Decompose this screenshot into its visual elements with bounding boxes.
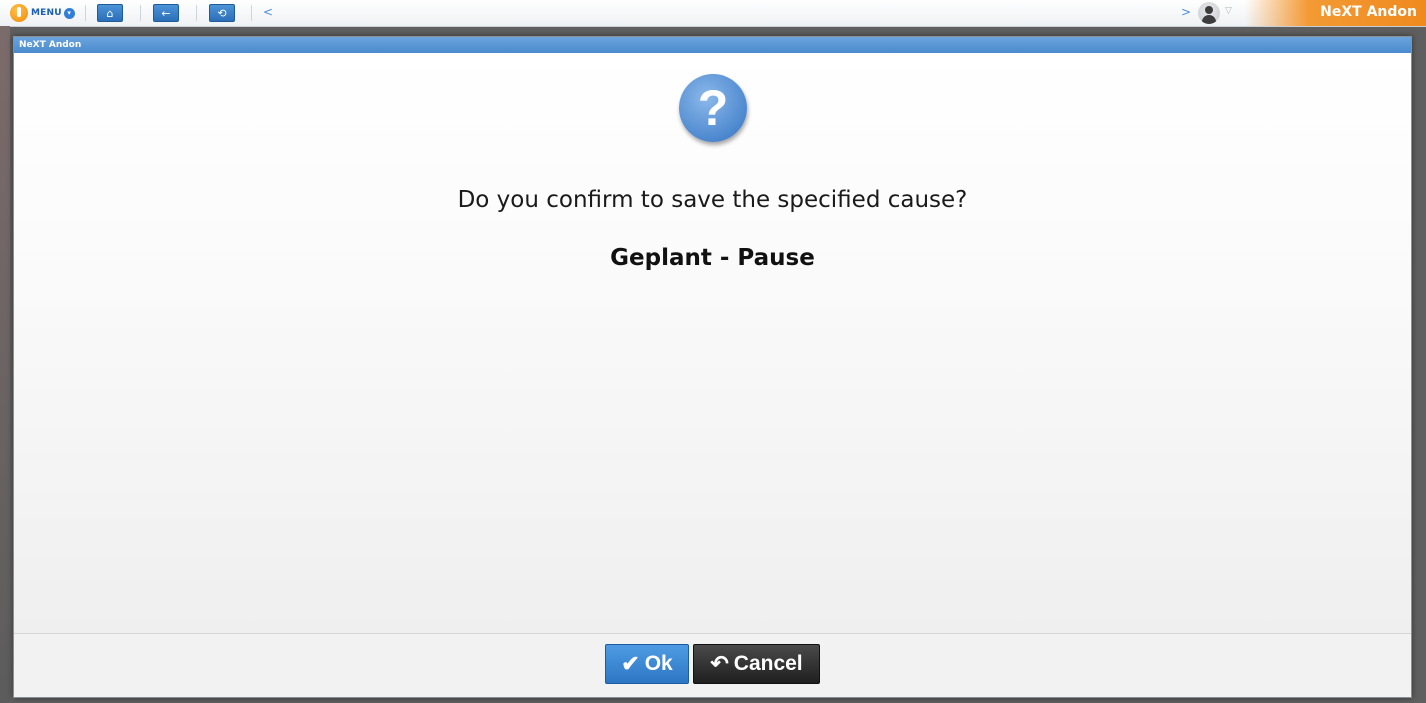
menu-button[interactable]: Menu ▾ xyxy=(10,3,75,23)
home-icon[interactable]: ⌂ xyxy=(97,4,123,22)
toolbar-divider xyxy=(251,5,252,21)
checkmark-icon: ✔ xyxy=(621,651,640,676)
cancel-button-label: Cancel xyxy=(733,652,803,675)
undo-arrow-icon: ↶ xyxy=(710,651,729,676)
ok-button-label: Ok xyxy=(644,652,673,675)
toolbar-divider xyxy=(140,5,141,21)
top-toolbar: Menu ▾ ⌂ ← ⟲ < > ▽ NeXT Andon xyxy=(0,0,1426,27)
app-logo-icon xyxy=(10,4,28,22)
cancel-button[interactable]: ↶ Cancel xyxy=(693,644,820,684)
dialog-body: ? Do you confirm to save the specified c… xyxy=(14,53,1411,633)
chevron-down-icon: ▾ xyxy=(63,7,75,19)
refresh-icon[interactable]: ⟲ xyxy=(209,4,235,22)
user-menu-caret-icon[interactable]: ▽ xyxy=(1225,6,1232,16)
user-avatar-icon[interactable] xyxy=(1198,2,1220,24)
toolbar-divider xyxy=(85,5,86,21)
page-backdrop xyxy=(0,26,10,703)
brand-title: NeXT Andon xyxy=(1245,0,1426,26)
confirm-message: Do you confirm to save the specified cau… xyxy=(457,187,968,213)
dialog-title: NeXT Andon xyxy=(14,37,1411,53)
confirm-dialog: NeXT Andon ? Do you confirm to save the … xyxy=(13,36,1412,698)
ok-button[interactable]: ✔ Ok xyxy=(605,644,689,684)
scroll-left-icon[interactable]: < xyxy=(263,5,273,19)
dialog-footer: ✔ Ok ↶ Cancel xyxy=(14,633,1411,697)
back-icon[interactable]: ← xyxy=(153,4,179,22)
scroll-right-icon[interactable]: > xyxy=(1181,5,1191,19)
selected-cause: Geplant - Pause xyxy=(610,245,815,271)
menu-label: Menu xyxy=(31,8,62,18)
question-icon: ? xyxy=(679,74,747,142)
toolbar-divider xyxy=(196,5,197,21)
